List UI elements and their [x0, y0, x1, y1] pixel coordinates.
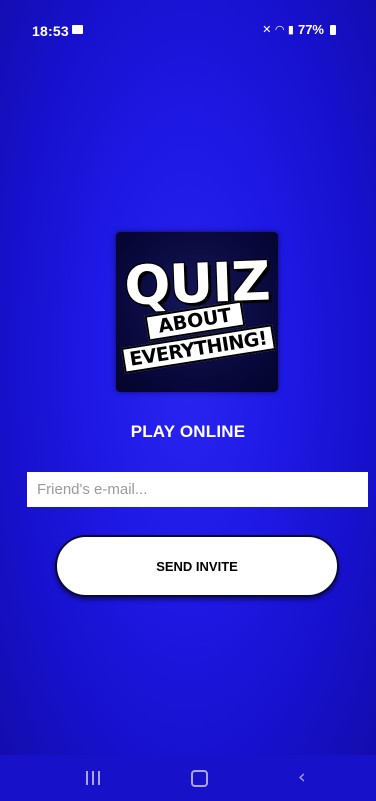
- gallery-icon: [72, 25, 83, 34]
- wifi-icon: ◠: [275, 23, 284, 36]
- status-bar: 18:53 ✕ ◠ ▮ 77%: [0, 0, 376, 39]
- status-indicators: ✕ ◠ ▮ 77%: [262, 22, 336, 37]
- battery-percent: 77%: [297, 22, 324, 37]
- recent-apps-icon[interactable]: [86, 771, 100, 785]
- status-time: 18:53: [32, 23, 69, 39]
- app-logo: QUIZ ABOUT EVERYTHING!: [116, 232, 278, 392]
- page-title: PLAY ONLINE: [130, 422, 246, 441]
- home-icon[interactable]: [191, 770, 208, 787]
- battery-icon: [330, 24, 336, 35]
- navigation-bar: ‹: [0, 755, 376, 801]
- back-icon[interactable]: ‹: [298, 766, 306, 788]
- signal-icon: ▮: [287, 23, 294, 36]
- send-invite-button[interactable]: SEND INVITE: [55, 535, 339, 597]
- friend-email-input[interactable]: [27, 472, 368, 507]
- mute-icon: ✕: [262, 23, 272, 36]
